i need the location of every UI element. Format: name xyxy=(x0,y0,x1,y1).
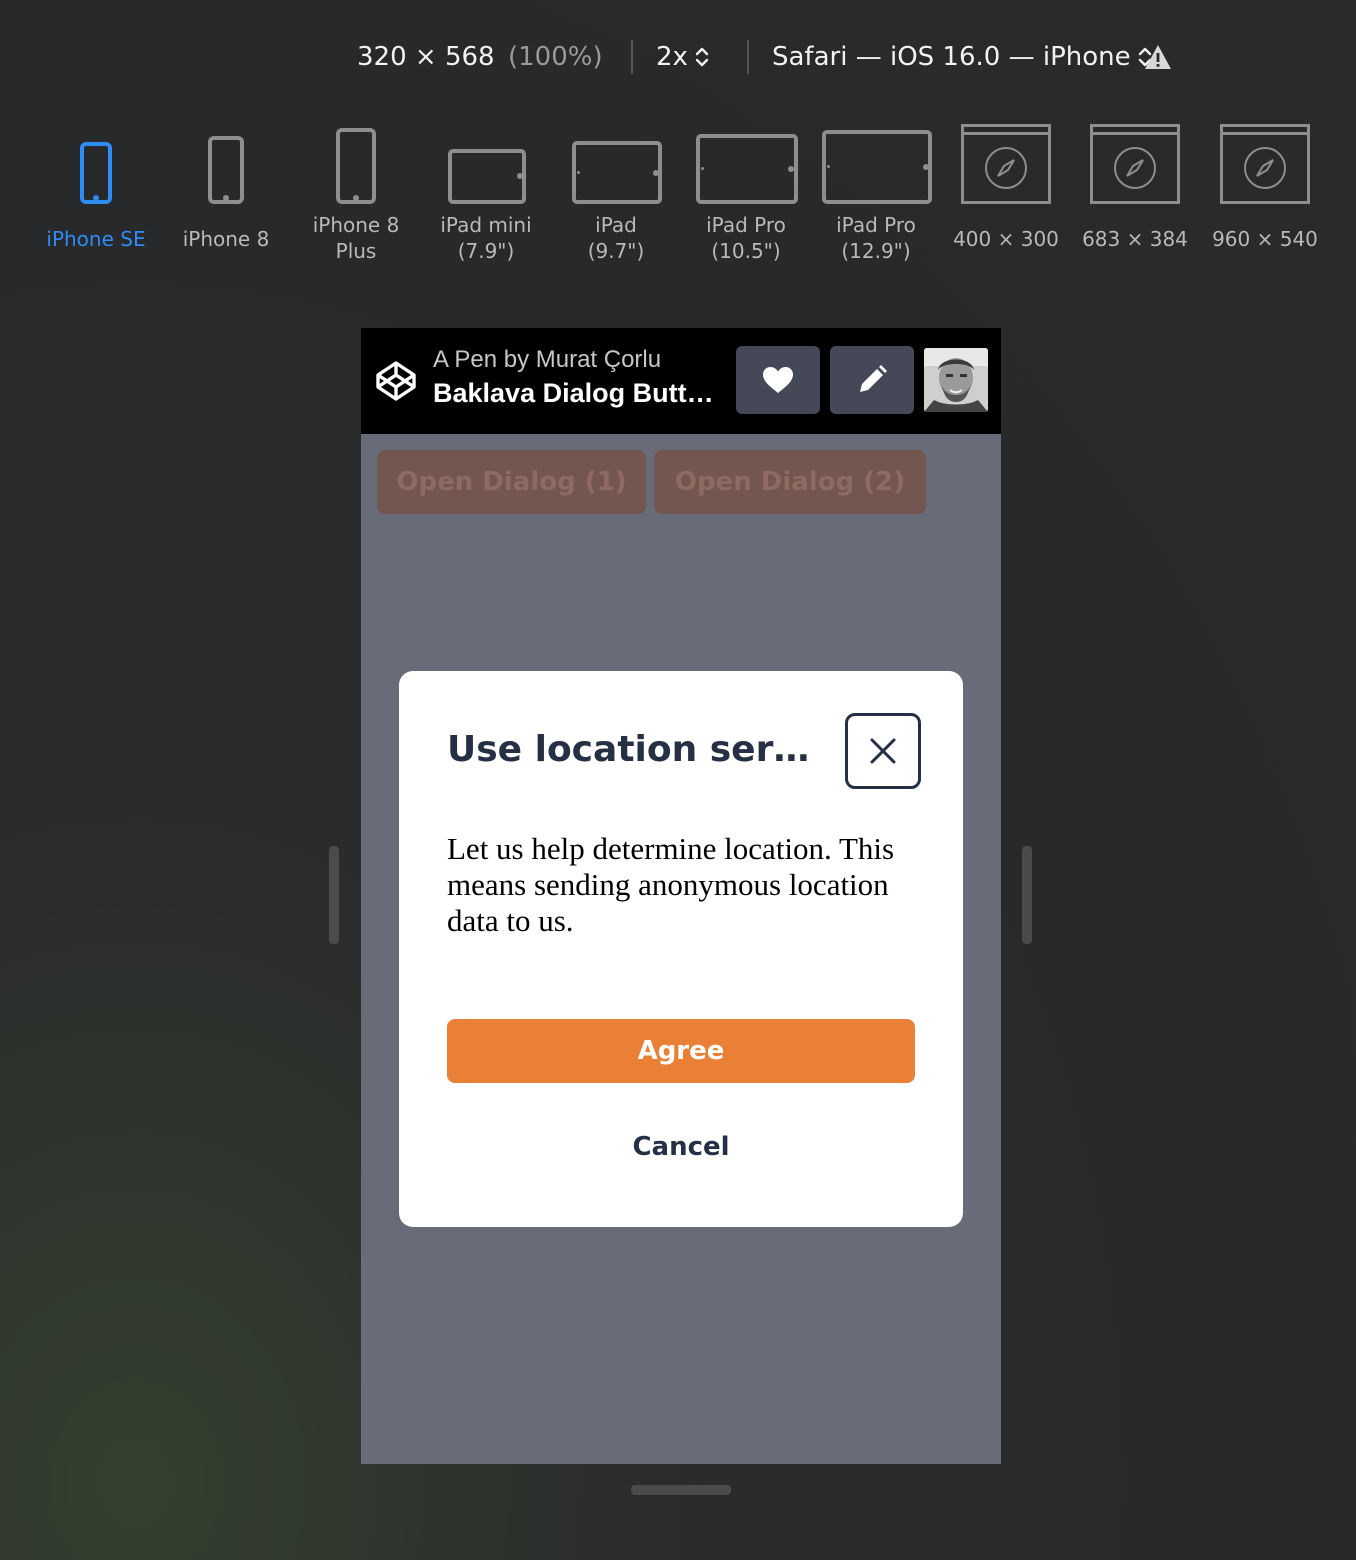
pixel-ratio-value: 2x xyxy=(656,42,688,72)
device-iphone-8-plus[interactable]: iPhone 8 Plus xyxy=(291,120,421,264)
love-button[interactable] xyxy=(736,346,820,414)
device-683x384[interactable]: 683 × 384 xyxy=(1070,120,1200,252)
toolbar-divider xyxy=(631,40,633,74)
pen-author[interactable]: A Pen by Murat Çorlu xyxy=(433,346,661,374)
device-label: iPhone 8 xyxy=(182,227,270,251)
ipad-icon xyxy=(681,120,811,210)
resize-handle-right[interactable] xyxy=(1022,846,1032,944)
iphone-icon xyxy=(291,120,421,210)
device-ipad[interactable]: iPad (9.7") xyxy=(551,120,681,264)
pixel-ratio-select[interactable]: 2x xyxy=(656,42,710,72)
device-label-line2: Plus xyxy=(335,239,377,263)
warning-icon[interactable] xyxy=(1144,44,1172,70)
device-label-line2: (10.5") xyxy=(711,239,781,263)
viewport-zoom: (100%) xyxy=(508,42,603,72)
pen-title: Baklava Dialog Buttons xyxy=(433,378,723,408)
viewport-dimensions: 320 × 568 xyxy=(357,42,495,72)
browser-window-icon xyxy=(941,120,1071,210)
ipad-icon xyxy=(551,120,681,210)
open-dialog-2-button[interactable]: Open Dialog (2) xyxy=(654,450,926,514)
device-label: iPhone SE xyxy=(46,227,146,251)
device-400x300[interactable]: 400 × 300 xyxy=(941,120,1071,252)
responsive-toolbar: 320 × 568 (100%) 2x Safari — iOS 16.0 — … xyxy=(0,36,1356,84)
device-presets: iPhone SE iPhone 8 iPhone 8 Plus iPad mi… xyxy=(0,120,1356,280)
device-ipad-mini[interactable]: iPad mini (7.9") xyxy=(421,120,551,264)
device-label-line1: iPad Pro xyxy=(706,213,786,237)
device-label: 400 × 300 xyxy=(953,227,1059,251)
ipad-icon xyxy=(811,120,941,210)
agree-button[interactable]: Agree xyxy=(447,1019,915,1083)
codepen-logo-icon[interactable] xyxy=(375,360,417,402)
browser-window-icon xyxy=(1200,120,1330,210)
device-label-line2: (9.7") xyxy=(587,239,645,263)
toolbar-divider xyxy=(747,40,749,74)
browser-window-icon xyxy=(1070,120,1200,210)
device-ipad-pro-12-9[interactable]: iPad Pro (12.9") xyxy=(811,120,941,264)
device-label-line2: (7.9") xyxy=(457,239,515,263)
device-label: 960 × 540 xyxy=(1212,227,1318,251)
device-ipad-pro-10-5[interactable]: iPad Pro (10.5") xyxy=(681,120,811,264)
pencil-icon xyxy=(860,365,887,392)
user-agent-value: Safari — iOS 16.0 — iPhone xyxy=(772,42,1131,72)
dialog-title: Use location services xyxy=(447,729,827,770)
edit-button[interactable] xyxy=(830,346,914,414)
device-960x540[interactable]: 960 × 540 xyxy=(1200,120,1330,252)
resize-handle-bottom[interactable] xyxy=(631,1485,731,1495)
device-label-line2: (12.9") xyxy=(841,239,911,263)
chevron-updown-icon xyxy=(694,45,710,69)
ipad-icon xyxy=(421,120,551,210)
device-iphone-8[interactable]: iPhone 8 xyxy=(161,120,291,252)
resize-handle-left[interactable] xyxy=(329,846,339,944)
iphone-icon xyxy=(31,120,161,210)
iphone-icon xyxy=(161,120,291,210)
device-viewport: A Pen by Murat Çorlu Baklava Dialog Butt… xyxy=(361,328,1001,1464)
device-iphone-se[interactable]: iPhone SE xyxy=(31,120,161,252)
device-label-line1: iPhone 8 xyxy=(312,213,400,237)
device-label-line1: iPad xyxy=(595,213,637,237)
codepen-header: A Pen by Murat Çorlu Baklava Dialog Butt… xyxy=(361,328,1001,434)
dialog: Use location services Let us help determ… xyxy=(399,671,963,1227)
cancel-button[interactable]: Cancel xyxy=(447,1115,915,1179)
heart-icon xyxy=(763,367,793,393)
dialog-close-button[interactable] xyxy=(845,713,921,789)
avatar[interactable] xyxy=(924,348,988,412)
device-label-line1: iPad mini xyxy=(440,213,532,237)
device-label: 683 × 384 xyxy=(1082,227,1188,251)
open-dialog-1-button[interactable]: Open Dialog (1) xyxy=(377,450,646,514)
dialog-body: Let us help determine location. This mea… xyxy=(447,831,895,938)
close-icon xyxy=(870,738,896,764)
device-label-line1: iPad Pro xyxy=(836,213,916,237)
user-agent-select[interactable]: Safari — iOS 16.0 — iPhone xyxy=(772,42,1153,72)
